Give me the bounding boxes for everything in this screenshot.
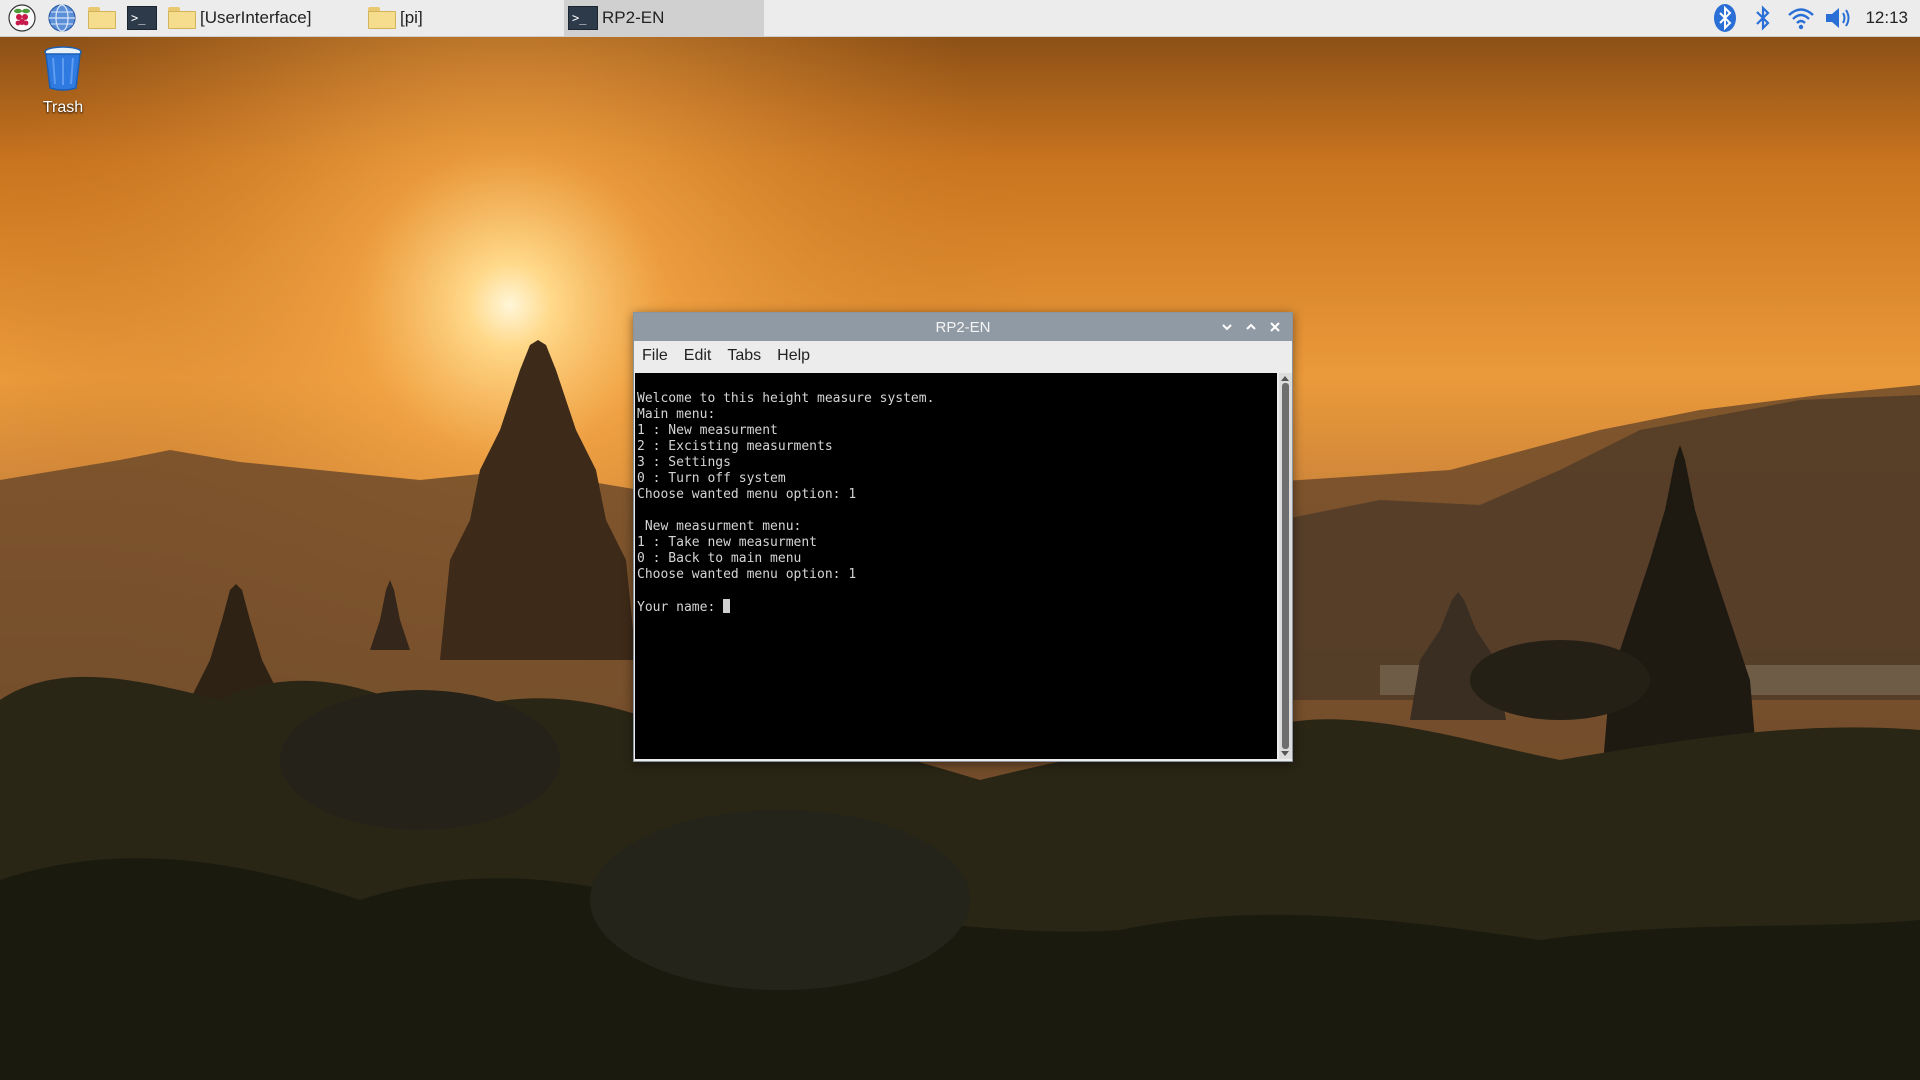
trash-icon <box>44 46 82 91</box>
task-label: [pi] <box>400 8 423 27</box>
terminal-output[interactable]: Welcome to this height measure system. M… <box>635 373 1277 759</box>
close-icon <box>1270 322 1280 332</box>
system-tray: 12:13 <box>1705 0 1920 36</box>
bluetooth-icon <box>1756 5 1771 31</box>
task-label: [UserInterface] <box>200 8 312 27</box>
task-label: RP2-EN <box>602 8 665 27</box>
desktop-icon-trash[interactable]: Trash <box>30 44 96 117</box>
terminal-text: Welcome to this height measure system. M… <box>635 373 1277 616</box>
clock[interactable]: 12:13 <box>1865 8 1908 28</box>
taskbar-task-pi[interactable]: [pi] <box>364 0 564 36</box>
bluetooth-button[interactable] <box>1707 0 1743 36</box>
maximize-button[interactable] <box>1240 316 1262 338</box>
volume-icon <box>1826 8 1850 28</box>
file-manager-icon <box>88 7 116 29</box>
terminal-icon: >_ <box>127 6 157 30</box>
taskbar: >_ [UserInterface] [pi] >_ RP2-EN 12:13 <box>0 0 1920 37</box>
raspberry-menu-icon <box>8 4 36 32</box>
bluetooth-status[interactable] <box>1745 0 1781 36</box>
trash-label: Trash <box>42 99 84 116</box>
window-menubar: File Edit Tabs Help <box>634 341 1292 371</box>
web-browser-button[interactable] <box>44 0 80 36</box>
bluetooth-icon <box>1714 4 1737 32</box>
taskbar-task-userinterface[interactable]: [UserInterface] <box>164 0 364 36</box>
desktop: >_ [UserInterface] [pi] >_ RP2-EN 12:13 … <box>0 0 1920 1080</box>
terminal-scrollbar[interactable] <box>1279 373 1292 759</box>
minimize-button[interactable] <box>1216 316 1238 338</box>
window-title: RP2-EN <box>935 318 991 336</box>
close-button[interactable] <box>1264 316 1286 338</box>
taskbar-task-rp2-en[interactable]: >_ RP2-EN <box>564 0 764 36</box>
file-manager-button[interactable] <box>84 0 120 36</box>
wifi-icon <box>1788 8 1815 30</box>
raspberry-menu-button[interactable] <box>4 0 40 36</box>
window-titlebar[interactable]: RP2-EN <box>634 313 1292 341</box>
volume-button[interactable] <box>1821 0 1857 36</box>
terminal-launcher-button[interactable]: >_ <box>124 0 160 36</box>
web-browser-icon <box>48 4 76 32</box>
chevron-up-icon <box>1246 323 1256 330</box>
terminal-cursor <box>723 599 731 613</box>
menu-tabs[interactable]: Tabs <box>727 347 761 365</box>
menu-help[interactable]: Help <box>777 347 810 365</box>
terminal-lines: Welcome to this height measure system. M… <box>637 391 935 582</box>
scroll-down-arrow[interactable] <box>1281 751 1289 756</box>
window-controls <box>1214 313 1286 341</box>
chevron-down-icon <box>1222 324 1232 331</box>
scroll-up-arrow[interactable] <box>1281 376 1289 381</box>
folder-icon <box>168 7 196 29</box>
terminal-prompt: Your name: <box>637 600 724 615</box>
menu-file[interactable]: File <box>642 347 668 365</box>
folder-icon <box>368 7 396 29</box>
terminal-icon: >_ <box>568 6 598 30</box>
menu-edit[interactable]: Edit <box>684 347 712 365</box>
scrollbar-thumb[interactable] <box>1282 383 1289 749</box>
terminal-window: RP2-EN File Edit Tabs Help Welcome to th… <box>633 312 1293 762</box>
wifi-button[interactable] <box>1783 0 1819 36</box>
